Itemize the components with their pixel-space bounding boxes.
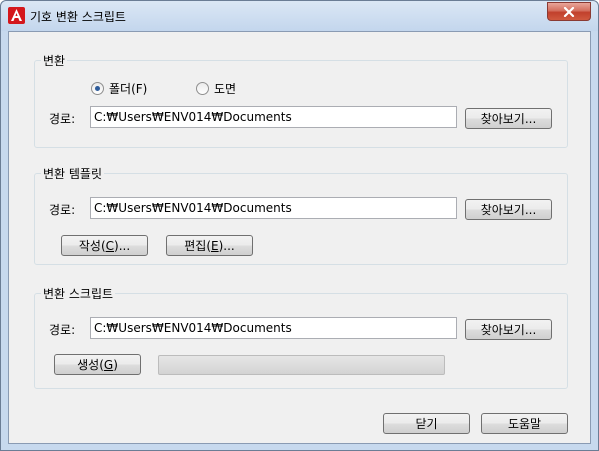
close-icon — [563, 6, 575, 17]
generate-button-accesskey: G — [103, 357, 114, 372]
help-button[interactable]: 도움말 — [481, 413, 568, 434]
radio-folder-indicator[interactable] — [91, 82, 104, 95]
radio-drawing[interactable]: 도면 — [196, 80, 236, 97]
convert-browse-button[interactable]: 찾아보기... — [465, 108, 552, 129]
edit-button-accesskey: E — [211, 238, 219, 253]
radio-drawing-label: 도면 — [214, 82, 237, 96]
dialog-window: 기호 변환 스크립트 변환 폴더(F) 도면 경로: C:₩Users₩ENV0… — [0, 0, 599, 451]
create-button-accesskey: C — [105, 238, 115, 253]
edit-button-suffix: )... — [218, 238, 235, 253]
edit-button-prefix: 편집( — [184, 239, 212, 253]
dialog-client-area: 변환 폴더(F) 도면 경로: C:₩Users₩ENV014₩Document… — [8, 31, 591, 444]
convert-path-field[interactable]: C:₩Users₩ENV014₩Documents — [90, 106, 457, 128]
radio-folder-label: 폴더(F) — [109, 82, 148, 96]
convert-group — [34, 60, 568, 148]
close-button[interactable]: 닫기 — [383, 413, 470, 434]
convert-path-label: 경로: — [49, 112, 76, 126]
script-path-label: 경로: — [49, 323, 76, 337]
window-close-button[interactable] — [547, 2, 591, 21]
generate-button-prefix: 생성( — [77, 358, 104, 372]
template-create-button[interactable]: 작성(C)... — [61, 235, 148, 256]
radio-folder[interactable]: 폴더(F) — [91, 80, 147, 97]
template-edit-button[interactable]: 편집(E)... — [166, 235, 253, 256]
window-title: 기호 변환 스크립트 — [30, 10, 126, 24]
template-group-title: 변환 템플릿 — [41, 165, 105, 182]
create-button-prefix: 작성( — [78, 239, 106, 253]
title-bar[interactable]: 기호 변환 스크립트 — [1, 1, 598, 31]
create-button-suffix: )... — [114, 238, 131, 253]
template-path-field[interactable]: C:₩Users₩ENV014₩Documents — [90, 197, 457, 219]
radio-drawing-indicator[interactable] — [196, 82, 209, 95]
script-browse-button[interactable]: 찾아보기... — [465, 319, 552, 340]
script-path-field[interactable]: C:₩Users₩ENV014₩Documents — [90, 317, 457, 339]
generate-button-suffix: ) — [113, 357, 118, 372]
script-generate-button[interactable]: 생성(G) — [54, 354, 141, 375]
autocad-app-icon — [8, 7, 25, 24]
convert-group-title: 변환 — [41, 52, 68, 69]
template-browse-button[interactable]: 찾아보기... — [465, 199, 552, 220]
template-path-label: 경로: — [49, 203, 76, 217]
script-group-title: 변환 스크립트 — [41, 285, 116, 302]
generate-progress-bar — [158, 355, 445, 375]
